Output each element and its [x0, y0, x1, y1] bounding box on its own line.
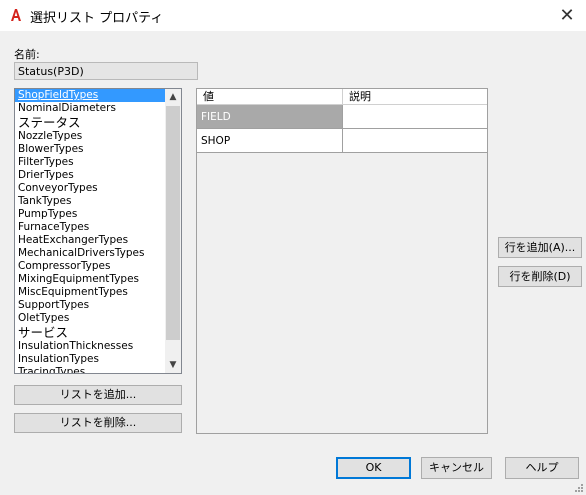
help-button[interactable]: ヘルプ [505, 457, 579, 479]
close-button[interactable]: ✕ [548, 0, 586, 31]
list-item[interactable]: MiscEquipmentTypes [15, 286, 166, 299]
scroll-up-icon[interactable]: ▲ [165, 89, 181, 105]
name-label: 名前: [14, 48, 40, 61]
list-names-listbox[interactable]: ShopFieldTypes NominalDiameters ステータス No… [14, 88, 182, 374]
resize-grip-icon[interactable] [574, 483, 584, 493]
scroll-down-icon[interactable]: ▼ [165, 357, 181, 373]
list-item[interactable]: FilterTypes [15, 156, 166, 169]
autocad-logo-icon [9, 8, 23, 22]
grid-header: 値 説明 [197, 89, 487, 105]
scroll-thumb[interactable] [166, 106, 180, 340]
list-item[interactable]: BlowerTypes [15, 143, 166, 156]
list-item[interactable]: TankTypes [15, 195, 166, 208]
list-item[interactable]: MechanicalDriversTypes [15, 247, 166, 260]
select-list-properties-dialog: 選択リスト プロパティ ✕ 名前: Status(P3D) ShopFieldT… [0, 0, 586, 495]
window-title: 選択リスト プロパティ [30, 11, 164, 26]
list-item[interactable]: DrierTypes [15, 169, 166, 182]
list-scrollbar[interactable]: ▲ ▼ [165, 89, 181, 373]
grid-cell-description[interactable] [343, 129, 488, 153]
add-list-button[interactable]: リストを追加... [14, 385, 182, 405]
list-item[interactable]: ConveyorTypes [15, 182, 166, 195]
list-items: ShopFieldTypes NominalDiameters ステータス No… [15, 89, 166, 373]
delete-row-button[interactable]: 行を削除(D) [498, 266, 582, 287]
list-item[interactable]: ShopFieldTypes [15, 89, 166, 102]
close-icon: ✕ [559, 5, 575, 26]
grid-cell-value[interactable]: SHOP [197, 129, 343, 153]
name-field: Status(P3D) [14, 62, 198, 80]
cancel-button[interactable]: キャンセル [421, 457, 492, 479]
list-item[interactable]: FurnaceTypes [15, 221, 166, 234]
list-item[interactable]: HeatExchangerTypes [15, 234, 166, 247]
list-item[interactable]: OletTypes [15, 312, 166, 325]
list-values-grid: 値 説明 FIELD SHOP [196, 88, 488, 434]
list-item[interactable]: MixingEquipmentTypes [15, 273, 166, 286]
delete-list-button[interactable]: リストを削除... [14, 413, 182, 433]
list-item[interactable]: CompressorTypes [15, 260, 166, 273]
list-item[interactable]: サービス [15, 325, 166, 340]
list-item[interactable]: InsulationThicknesses [15, 340, 166, 353]
ok-button[interactable]: OK [336, 457, 411, 479]
grid-cell-description[interactable] [343, 105, 488, 129]
list-item[interactable]: ステータス [15, 115, 166, 130]
list-item[interactable]: PumpTypes [15, 208, 166, 221]
list-item[interactable]: NominalDiameters [15, 102, 166, 115]
column-header-value[interactable]: 値 [197, 89, 343, 104]
grid-cell-value[interactable]: FIELD [197, 105, 343, 129]
list-item[interactable]: SupportTypes [15, 299, 166, 312]
add-row-button[interactable]: 行を追加(A)... [498, 237, 582, 258]
list-item[interactable]: NozzleTypes [15, 130, 166, 143]
title-bar: 選択リスト プロパティ ✕ [0, 0, 586, 31]
column-header-description[interactable]: 説明 [343, 89, 487, 104]
list-item[interactable]: TracingTypes [15, 366, 166, 373]
list-item[interactable]: InsulationTypes [15, 353, 166, 366]
